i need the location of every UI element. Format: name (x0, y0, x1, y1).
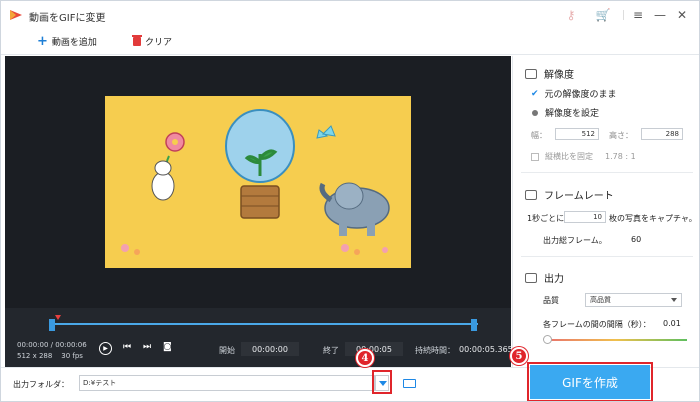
timeline-track[interactable] (50, 323, 478, 325)
app-window: 動画をGIFに変更 ⚷ 🛒 ≡ — ✕ + 動画を追加 クリア 00:00:00… (0, 0, 700, 402)
clear-label: クリア (145, 38, 173, 48)
fps-readout: 30 fps (61, 352, 83, 360)
quality-label: 品質 (543, 296, 559, 305)
framerate-section-title: フレームレート (525, 187, 614, 202)
height-field[interactable]: 288 (641, 128, 683, 140)
total-frames-value: 60 (631, 235, 642, 244)
output-title: 出力 (544, 274, 564, 285)
step-badge-5: 5 (510, 347, 528, 365)
resolution-icon (525, 68, 537, 79)
height-label: 高さ： (609, 131, 633, 140)
aspect-label: 縦横比を固定 (545, 152, 593, 161)
close-button[interactable]: ✕ (673, 6, 691, 24)
output-folder-label: 出力フォルダ： (13, 380, 69, 389)
aspect-checkbox[interactable] (531, 152, 539, 161)
resolution-readout: 512 x 288 (17, 352, 53, 360)
time-readout: 00:00:00 / 00:00:06 (17, 341, 87, 349)
check-icon: ✔ (531, 88, 539, 99)
trim-start-handle[interactable] (49, 319, 55, 331)
playhead-marker[interactable] (55, 315, 61, 320)
frames-per-sec-field[interactable]: 10 (564, 211, 606, 223)
option-keep-resolution[interactable]: ✔ 元の解像度のまま (531, 87, 617, 101)
add-video-label: 動画を追加 (51, 38, 97, 48)
start-time-field[interactable]: 00:00:00 (241, 342, 299, 356)
key-icon[interactable]: ⚷ (563, 7, 579, 23)
title-bar: 動画をGIFに変更 ⚷ 🛒 ≡ — ✕ (1, 1, 699, 29)
interval-slider[interactable] (545, 339, 687, 341)
time-total: 00:00:06 (55, 341, 87, 349)
slider-knob[interactable] (543, 335, 552, 344)
chevron-down-icon (671, 298, 677, 302)
output-section-title: 出力 (525, 270, 564, 285)
option-keep-label: 元の解像度のまま (544, 90, 617, 100)
step-badge-4: 4 (356, 349, 374, 367)
add-video-button[interactable]: + 動画を追加 (37, 33, 97, 49)
start-label: 開始 (219, 346, 235, 355)
folder-open-icon[interactable] (403, 379, 416, 388)
image-icon (525, 272, 537, 283)
trash-icon (132, 35, 142, 46)
aspect-lock-option[interactable]: 縦横比を固定 1.78 : 1 (531, 151, 636, 162)
clear-button[interactable]: クリア (132, 35, 173, 48)
title-divider (623, 10, 624, 20)
next-frame-icon[interactable]: ⏭ (143, 342, 151, 352)
divider (521, 172, 693, 173)
quality-value: 高品質 (590, 296, 611, 304)
minimize-button[interactable]: — (651, 6, 669, 24)
option-set-resolution[interactable]: 解像度を設定 (531, 106, 599, 119)
resolution-title: 解像度 (544, 70, 574, 81)
cart-icon[interactable]: 🛒 (595, 7, 611, 23)
preview-illustration (121, 109, 390, 255)
dropdown-highlight (372, 370, 392, 394)
aspect-value: 1.78 : 1 (605, 152, 636, 161)
per-sec-suffix: 枚の写真をキャプチャ。 (609, 214, 697, 223)
interval-label: 各フレームの間の間隔（秒）： (543, 320, 651, 329)
filmstrip-icon (525, 189, 537, 200)
window-title: 動画をGIFに変更 (29, 13, 106, 24)
time-current: 00:00:00 (17, 341, 49, 349)
framerate-title: フレームレート (544, 191, 614, 202)
play-button[interactable]: ▶ (99, 342, 112, 355)
quality-select[interactable]: 高品質 (585, 293, 682, 307)
radio-dot-icon (532, 109, 538, 116)
toolbar: + 動画を追加 クリア (1, 29, 699, 55)
divider (521, 256, 693, 257)
create-gif-highlight (527, 362, 653, 401)
width-label: 幅： (531, 131, 547, 140)
end-label: 終了 (323, 346, 339, 355)
interval-value: 0.01 (663, 319, 681, 328)
duration-label: 持続時間： (415, 346, 455, 355)
video-preview[interactable] (105, 96, 411, 268)
settings-panel: 解像度 ✔ 元の解像度のまま 解像度を設定 幅： 512 高さ： 288 縦横比… (512, 56, 699, 367)
video-panel: 00:00:00 / 00:00:06 512 x 288 30 fps ▶ ⏮… (5, 56, 513, 367)
app-logo-icon (10, 10, 22, 20)
menu-icon[interactable]: ≡ (629, 6, 647, 24)
width-field[interactable]: 512 (555, 128, 599, 140)
duration-value: 00:00:05.365 (459, 345, 513, 354)
total-frames-label: 出力総フレーム。 (543, 236, 607, 245)
output-folder-field[interactable]: D:¥テスト (79, 375, 375, 391)
end-time-field[interactable]: 00:00:05 (345, 342, 403, 356)
snapshot-icon[interactable]: ◙ (163, 342, 172, 352)
trim-end-handle[interactable] (471, 319, 477, 331)
prev-frame-icon[interactable]: ⏮ (123, 342, 131, 352)
plus-icon: + (37, 33, 48, 49)
resolution-section-title: 解像度 (525, 66, 574, 81)
video-meta: 512 x 288 30 fps (17, 352, 83, 360)
option-set-label: 解像度を設定 (545, 109, 600, 119)
per-sec-label: 1秒ごとに (527, 214, 565, 223)
